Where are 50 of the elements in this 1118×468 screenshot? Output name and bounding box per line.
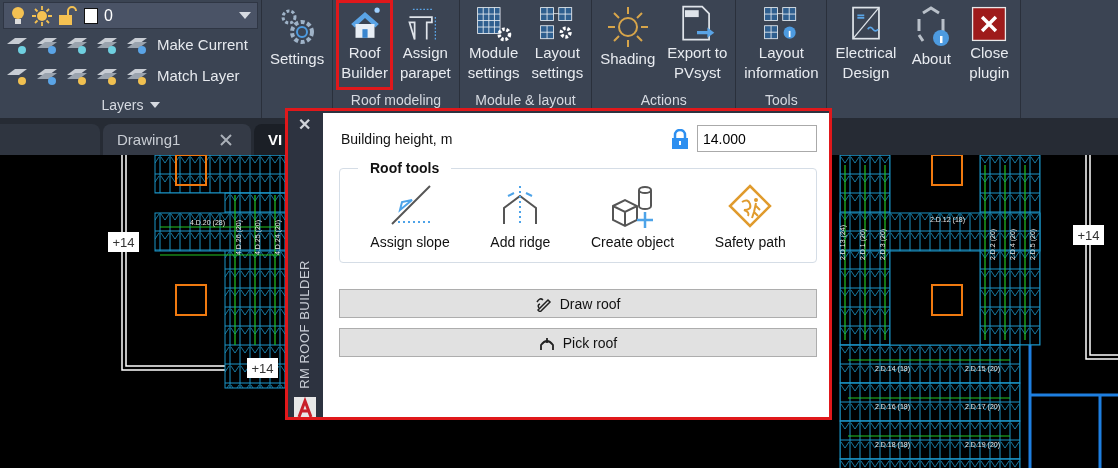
caret-icon bbox=[239, 11, 251, 20]
close-icon[interactable] bbox=[220, 133, 233, 146]
palette-title: RM ROOF BUILDER bbox=[297, 260, 312, 389]
ribbon-button[interactable]: Roof Builder bbox=[336, 0, 393, 90]
tool-button[interactable]: Create object bbox=[586, 180, 679, 252]
group-title: Roof tools bbox=[369, 160, 441, 176]
sun-icon bbox=[32, 5, 52, 26]
padlock-icon[interactable] bbox=[671, 128, 689, 149]
layer-dropdown[interactable]: 0 bbox=[3, 2, 258, 29]
ribbon-button[interactable]: Layout settings bbox=[526, 0, 589, 90]
sun-icon bbox=[605, 5, 650, 49]
ribbon-button[interactable]: Export to PVsyst bbox=[662, 0, 733, 90]
ribbon-button[interactable]: Assign parapet bbox=[394, 0, 456, 90]
color-swatch bbox=[84, 7, 98, 24]
pencil-icon bbox=[535, 295, 552, 312]
layer-name: 0 bbox=[104, 6, 113, 25]
ribbon-button[interactable]: Layout information bbox=[739, 0, 824, 90]
panel-label: Actions bbox=[639, 92, 688, 108]
layer-command-button[interactable]: Make Current bbox=[157, 36, 248, 53]
tool-button[interactable]: Safety path bbox=[710, 180, 790, 252]
action-button[interactable]: Draw roof bbox=[339, 289, 817, 318]
roof-opening bbox=[931, 284, 963, 316]
roof-opening bbox=[175, 155, 207, 186]
panel-label: Roof modeling bbox=[349, 92, 443, 108]
ribbon-button[interactable]: About bbox=[903, 0, 960, 90]
document-tab[interactable]: Drawing1 bbox=[103, 124, 251, 155]
roof-opening bbox=[175, 284, 207, 316]
height-input[interactable]: 14.000 bbox=[697, 125, 817, 152]
app-logo-icon bbox=[293, 397, 316, 417]
ribbon-button[interactable]: Shading bbox=[595, 0, 661, 90]
action-button[interactable]: Pick roof bbox=[339, 328, 817, 357]
unlocked-padlock-icon bbox=[58, 5, 78, 26]
bulb-icon bbox=[10, 5, 26, 26]
ribbon-button[interactable]: Electrical Design bbox=[830, 0, 902, 90]
tool-button[interactable]: Assign slope bbox=[366, 180, 454, 252]
elevation-label: +14 bbox=[1073, 225, 1104, 245]
ribbon-button[interactable]: Settings bbox=[265, 0, 330, 90]
ribbon-button[interactable]: Module settings bbox=[462, 0, 525, 90]
tool-button[interactable]: Add ridge bbox=[486, 180, 555, 252]
layer-command-button[interactable]: Match Layer bbox=[157, 67, 240, 84]
elevation-label: +14 bbox=[108, 232, 139, 252]
panel-label: Module & layout bbox=[474, 92, 577, 108]
elevation-label: +14 bbox=[247, 358, 278, 378]
roof-opening bbox=[931, 155, 963, 186]
panel-label: Layers bbox=[101, 97, 144, 113]
ribbon-button[interactable]: Close plugin bbox=[961, 0, 1018, 90]
field-label: Building height, m bbox=[341, 130, 453, 147]
panel-label: Tools bbox=[764, 92, 799, 108]
caret-icon[interactable] bbox=[149, 102, 160, 108]
close-icon[interactable]: ✕ bbox=[298, 115, 311, 134]
